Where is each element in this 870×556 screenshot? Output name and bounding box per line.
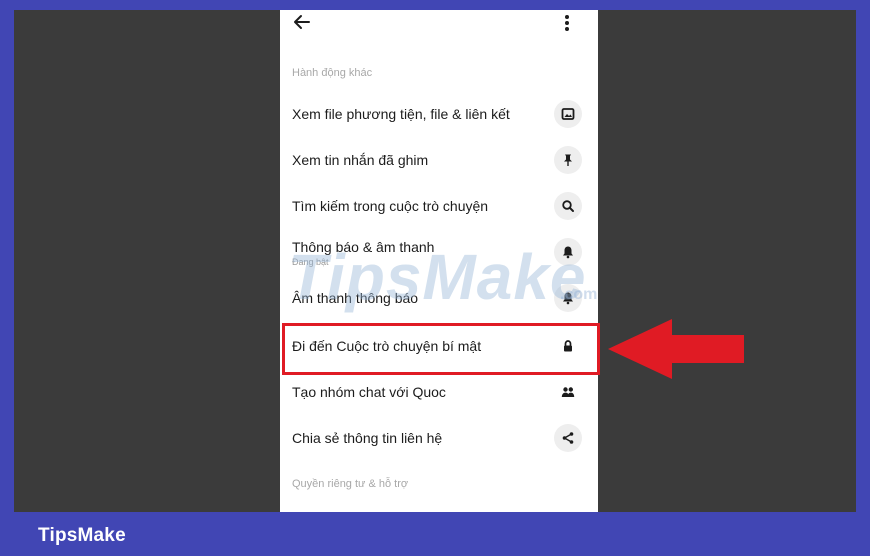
menu-item-create-group[interactable]: Tạo nhóm chat với Quoc: [280, 369, 598, 415]
footer-brand: TipsMake: [38, 525, 126, 546]
bell-icon: [554, 238, 582, 266]
top-app-bar: [280, 10, 598, 48]
footer-bar: [0, 512, 870, 556]
section-header-privacy: Quyền riêng tư & hỗ trợ: [292, 478, 409, 490]
menu-item-sublabel: Đang bật: [292, 257, 329, 267]
menu-item-label: Xem tin nhắn đã ghim: [292, 152, 429, 168]
menu-item-view-media[interactable]: Xem file phương tiện, file & liên kết: [280, 91, 598, 137]
menu-item-label: Âm thanh thông báo: [292, 290, 419, 306]
menu-item-label: Xem file phương tiện, file & liên kết: [292, 106, 510, 122]
more-vertical-icon[interactable]: [560, 12, 574, 34]
menu-item-pinned-messages[interactable]: Xem tin nhắn đã ghim: [280, 137, 598, 183]
section-header-other-actions: Hành động khác: [292, 67, 373, 79]
menu-item-share-contact[interactable]: Chia sẻ thông tin liên hệ: [280, 415, 598, 461]
search-icon: [554, 192, 582, 220]
menu-item-label: Tạo nhóm chat với Quoc: [292, 384, 446, 400]
menu-item-label: Chia sẻ thông tin liên hệ: [292, 430, 443, 446]
menu-item-label: Tìm kiếm trong cuộc trò chuyện: [292, 198, 489, 214]
phone-screen: Hành động khác Xem file phương tiện, fil…: [280, 10, 598, 512]
menu-item-notifications-sounds[interactable]: Thông báo & âm thanh Đang bật: [280, 229, 598, 275]
pin-icon: [554, 146, 582, 174]
arrow-left-icon[interactable]: [292, 12, 312, 32]
bell-icon: [554, 284, 582, 312]
share-icon: [554, 424, 582, 452]
menu-item-search-in-chat[interactable]: Tìm kiếm trong cuộc trò chuyện: [280, 183, 598, 229]
menu-item-notification-sound[interactable]: Âm thanh thông báo: [280, 275, 598, 321]
image-icon: [554, 100, 582, 128]
people-icon: [554, 378, 582, 406]
red-arrow-icon: [608, 319, 744, 379]
menu-item-label: Thông báo & âm thanh: [292, 239, 435, 255]
highlight-box: [282, 323, 600, 375]
